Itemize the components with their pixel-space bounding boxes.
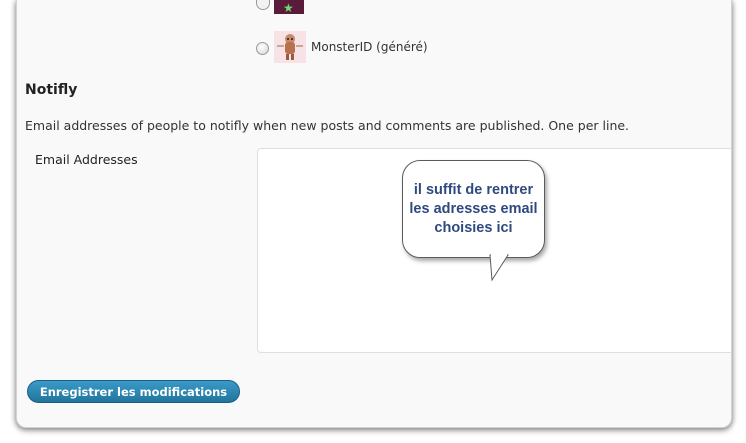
callout-tail xyxy=(489,254,509,282)
star-icon: ★ xyxy=(283,1,294,14)
avatar-preview-partial: ★ xyxy=(274,0,304,14)
callout-text: il suffit de rentrer les adresses email … xyxy=(409,181,538,236)
save-changes-button[interactable]: Enregistrer les modifications xyxy=(27,380,240,403)
monster-icon xyxy=(274,31,306,63)
email-addresses-label: Email Addresses xyxy=(35,152,138,167)
monsterid-radio[interactable] xyxy=(256,42,269,55)
settings-panel: ★ MonsterID (généré) Notifly Email addre… xyxy=(16,0,732,428)
monsterid-label: MonsterID (généré) xyxy=(311,40,428,54)
avatar-option-radio-partial[interactable] xyxy=(256,0,270,10)
monsterid-avatar-icon xyxy=(274,31,306,63)
section-description: Email addresses of people to notifly whe… xyxy=(25,118,630,133)
section-title: Notifly xyxy=(25,82,78,98)
annotation-callout: il suffit de rentrer les adresses email … xyxy=(402,160,545,258)
